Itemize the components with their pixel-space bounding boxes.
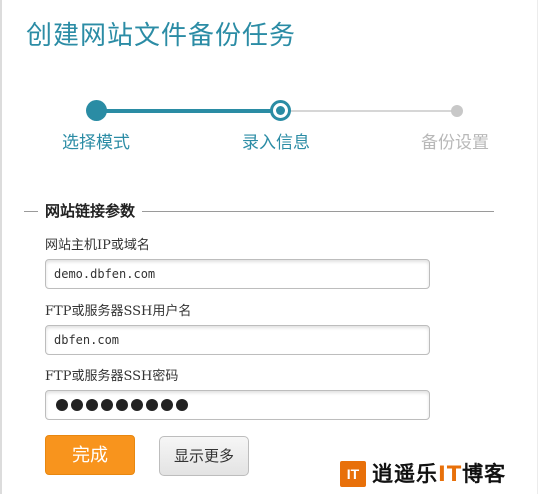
page-title: 创建网站文件备份任务 bbox=[26, 21, 297, 51]
watermark-suffix: 博客 bbox=[462, 462, 507, 486]
watermark-text: 逍遥乐IT博客 bbox=[372, 460, 506, 488]
password-mask-dot bbox=[176, 399, 188, 411]
watermark-logo-icon: IT bbox=[340, 461, 366, 487]
right-border bbox=[537, 0, 538, 494]
step-1-indicator bbox=[86, 100, 107, 121]
password-mask-dot bbox=[116, 399, 128, 411]
section-title: 网站链接参数 bbox=[38, 200, 143, 222]
username-input[interactable]: dbfen.com bbox=[45, 325, 430, 355]
host-input[interactable]: demo.dbfen.com bbox=[45, 259, 430, 289]
step-2-label: 录入信息 bbox=[242, 133, 310, 153]
password-input[interactable] bbox=[45, 390, 430, 420]
host-field-label: 网站主机IP或域名 bbox=[45, 238, 150, 253]
password-mask-dot bbox=[56, 399, 68, 411]
progress-track-completed bbox=[97, 109, 281, 113]
password-mask-dot bbox=[131, 399, 143, 411]
finish-button[interactable]: 完成 bbox=[45, 435, 135, 475]
step-1-label[interactable]: 选择模式 bbox=[62, 131, 130, 155]
password-mask-dot bbox=[101, 399, 113, 411]
password-mask-dot bbox=[71, 399, 83, 411]
show-more-button[interactable]: 显示更多 bbox=[159, 436, 249, 476]
step-3-indicator bbox=[451, 105, 463, 117]
password-mask bbox=[54, 391, 421, 419]
left-border bbox=[0, 0, 2, 494]
watermark-highlight: IT bbox=[438, 462, 463, 486]
password-mask-dot bbox=[146, 399, 158, 411]
password-mask-dot bbox=[86, 399, 98, 411]
step-2-indicator bbox=[270, 100, 291, 121]
watermark-prefix: 逍遥乐 bbox=[372, 462, 438, 486]
step-3-label: 备份设置 bbox=[421, 133, 489, 153]
progress-track-pending bbox=[281, 110, 457, 112]
password-field-label: FTP或服务器SSH密码 bbox=[45, 369, 179, 384]
password-mask-dot bbox=[161, 399, 173, 411]
username-field-label: FTP或服务器SSH用户名 bbox=[45, 304, 192, 319]
